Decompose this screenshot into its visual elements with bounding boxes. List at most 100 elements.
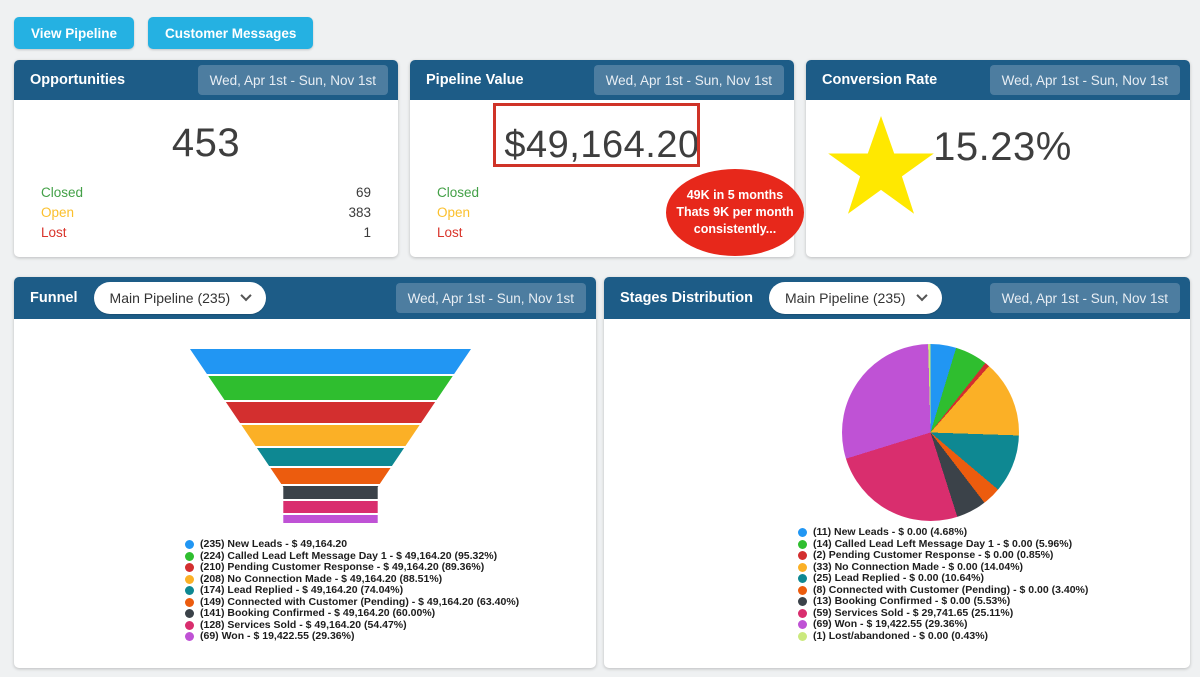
stat-row-closed: Closed 69	[41, 182, 371, 202]
date-range-chip[interactable]: Wed, Apr 1st - Sun, Nov 1st	[989, 65, 1180, 95]
legend-label: (2) Pending Customer Response - $ 0.00 (…	[813, 549, 1054, 561]
legend-dot-icon	[185, 551, 194, 561]
stages-distribution-card: Stages Distribution Main Pipeline (235) …	[604, 277, 1190, 668]
funnel-legend: (235) New Leads - $ 49,164.20 (224) Calle…	[185, 539, 596, 643]
legend-dot-icon	[185, 563, 194, 573]
conversion-rate-total: 15.23%	[933, 125, 1072, 169]
legend-label: (141) Booking Confirmed - $ 49,164.20 (6…	[200, 607, 436, 619]
annotation-line: Thats 9K per month	[676, 204, 794, 219]
pipeline-selector-label: Main Pipeline (235)	[784, 290, 906, 306]
legend-item: (1) Lost/abandoned - $ 0.00 (0.43%)	[798, 629, 1190, 643]
legend-dot-icon	[185, 574, 194, 584]
pipeline-selector-dropdown[interactable]: Main Pipeline (235)	[768, 282, 942, 314]
card-title: Conversion Rate	[822, 72, 938, 88]
date-range-chip[interactable]: Wed, Apr 1st - Sun, Nov 1st	[395, 283, 586, 313]
pipeline-selector-label: Main Pipeline (235)	[109, 290, 231, 306]
legend-dot-icon	[798, 631, 807, 641]
legend-dot-icon	[185, 609, 194, 619]
date-range-chip[interactable]: Wed, Apr 1st - Sun, Nov 1st	[197, 65, 388, 95]
legend-label: (69) Won - $ 19,422.55 (29.36%)	[813, 618, 968, 630]
annotation-line: 49K in 5 months	[686, 187, 784, 202]
legend-item: (235) New Leads - $ 49,164.20	[185, 539, 596, 551]
chevron-down-icon	[240, 289, 252, 301]
legend-dot-icon	[798, 597, 807, 607]
legend-dot-icon	[798, 585, 807, 595]
pipeline-value-total: $49,164.20	[504, 124, 700, 166]
legend-dot-icon	[798, 608, 807, 618]
funnel-segment	[190, 515, 471, 523]
stages-legend: (11) New Leads - $ 0.00 (4.68%) (14) Call…	[798, 527, 1190, 642]
stat-label: Open	[437, 204, 471, 220]
legend-item: (210) Pending Customer Response - $ 49,1…	[185, 561, 596, 574]
pie-chart	[842, 344, 1019, 521]
legend-dot-icon	[185, 620, 194, 630]
legend-item: (69) Won - $ 19,422.55 (29.36%)	[798, 618, 1190, 631]
legend-dot-icon	[185, 632, 194, 642]
annotation-bubble: 49K in 5 months Thats 9K per month consi…	[666, 169, 804, 256]
opportunities-card-header: Opportunities Wed, Apr 1st - Sun, Nov 1s…	[14, 60, 398, 100]
date-range-chip[interactable]: Wed, Apr 1st - Sun, Nov 1st	[593, 65, 784, 95]
card-title: Funnel	[30, 290, 78, 306]
legend-label: (1) Lost/abandoned - $ 0.00 (0.43%)	[813, 629, 989, 642]
legend-item: (25) Lead Replied - $ 0.00 (10.64%)	[798, 572, 1190, 585]
funnel-card: Funnel Main Pipeline (235) Wed, Apr 1st …	[14, 277, 596, 668]
legend-item: (13) Booking Confirmed - $ 0.00 (5.53%)	[798, 595, 1190, 608]
legend-dot-icon	[798, 528, 807, 538]
date-range-chip[interactable]: Wed, Apr 1st - Sun, Nov 1st	[989, 283, 1180, 313]
opportunities-total: 453	[171, 121, 241, 165]
stat-value: 383	[348, 204, 371, 220]
legend-dot-icon	[185, 597, 194, 607]
legend-dot-icon	[798, 574, 807, 584]
chevron-down-icon	[915, 289, 928, 301]
dashboard-page: View Pipeline Customer Messages Opportun…	[0, 0, 1200, 677]
stat-label: Lost	[437, 224, 463, 240]
legend-dot-icon	[798, 620, 807, 630]
funnel-segment	[190, 349, 471, 374]
opportunities-stats: Closed 69 Open 383 Lost 1	[41, 182, 371, 242]
legend-label: (210) Pending Customer Response - $ 49,1…	[200, 561, 485, 573]
funnel-segment	[190, 468, 471, 484]
pipeline-value-card-header: Pipeline Value Wed, Apr 1st - Sun, Nov 1…	[410, 60, 794, 100]
stat-value: 69	[355, 184, 371, 200]
legend-dot-icon	[798, 539, 807, 549]
stat-row-lost: Lost 1	[41, 222, 371, 242]
card-title: Pipeline Value	[426, 72, 524, 88]
stat-row-open: Open 383	[41, 202, 371, 222]
stat-label: Closed	[41, 184, 84, 200]
funnel-segment	[190, 425, 471, 446]
funnel-segment	[190, 448, 471, 466]
legend-dot-icon	[185, 586, 194, 596]
stat-label: Lost	[41, 224, 67, 240]
legend-label: (11) New Leads - $ 0.00 (4.68%)	[813, 527, 968, 538]
funnel-card-header: Funnel Main Pipeline (235) Wed, Apr 1st …	[14, 277, 596, 319]
legend-dot-icon	[798, 562, 807, 572]
legend-label: (13) Booking Confirmed - $ 0.00 (5.53%)	[813, 595, 1011, 607]
legend-item: (141) Booking Confirmed - $ 49,164.20 (6…	[185, 607, 596, 620]
toolbar: View Pipeline Customer Messages	[14, 17, 314, 49]
card-title: Stages Distribution	[620, 290, 753, 306]
legend-item: (2) Pending Customer Response - $ 0.00 (…	[798, 549, 1190, 562]
pipeline-selector-dropdown[interactable]: Main Pipeline (235)	[93, 282, 267, 314]
legend-dot-icon	[185, 540, 194, 550]
opportunities-card: Opportunities Wed, Apr 1st - Sun, Nov 1s…	[14, 60, 398, 257]
funnel-segment	[190, 486, 471, 499]
legend-item: (69) Won - $ 19,422.55 (29.36%)	[185, 630, 596, 643]
legend-label: (25) Lead Replied - $ 0.00 (10.64%)	[813, 572, 984, 584]
stat-label: Closed	[437, 184, 480, 200]
funnel-chart	[190, 349, 471, 525]
funnel-segment	[190, 376, 471, 400]
conversion-rate-card-header: Conversion Rate Wed, Apr 1st - Sun, Nov …	[806, 60, 1190, 100]
legend-item: (174) Lead Replied - $ 49,164.20 (74.04%…	[185, 584, 596, 597]
stat-label: Open	[41, 204, 75, 220]
conversion-rate-card: Conversion Rate Wed, Apr 1st - Sun, Nov …	[806, 60, 1190, 257]
legend-label: (69) Won - $ 19,422.55 (29.36%)	[200, 630, 355, 642]
legend-item: (11) New Leads - $ 0.00 (4.68%)	[798, 527, 1190, 539]
view-pipeline-button[interactable]: View Pipeline	[14, 17, 135, 49]
customer-messages-button[interactable]: Customer Messages	[148, 17, 314, 49]
legend-label: (235) New Leads - $ 49,164.20	[200, 539, 348, 550]
stat-value: 1	[363, 224, 371, 240]
stages-card-header: Stages Distribution Main Pipeline (235) …	[604, 277, 1190, 319]
legend-label: (174) Lead Replied - $ 49,164.20 (74.04%…	[200, 584, 404, 596]
pipeline-value-card: Pipeline Value Wed, Apr 1st - Sun, Nov 1…	[410, 60, 804, 257]
legend-dot-icon	[798, 551, 807, 561]
